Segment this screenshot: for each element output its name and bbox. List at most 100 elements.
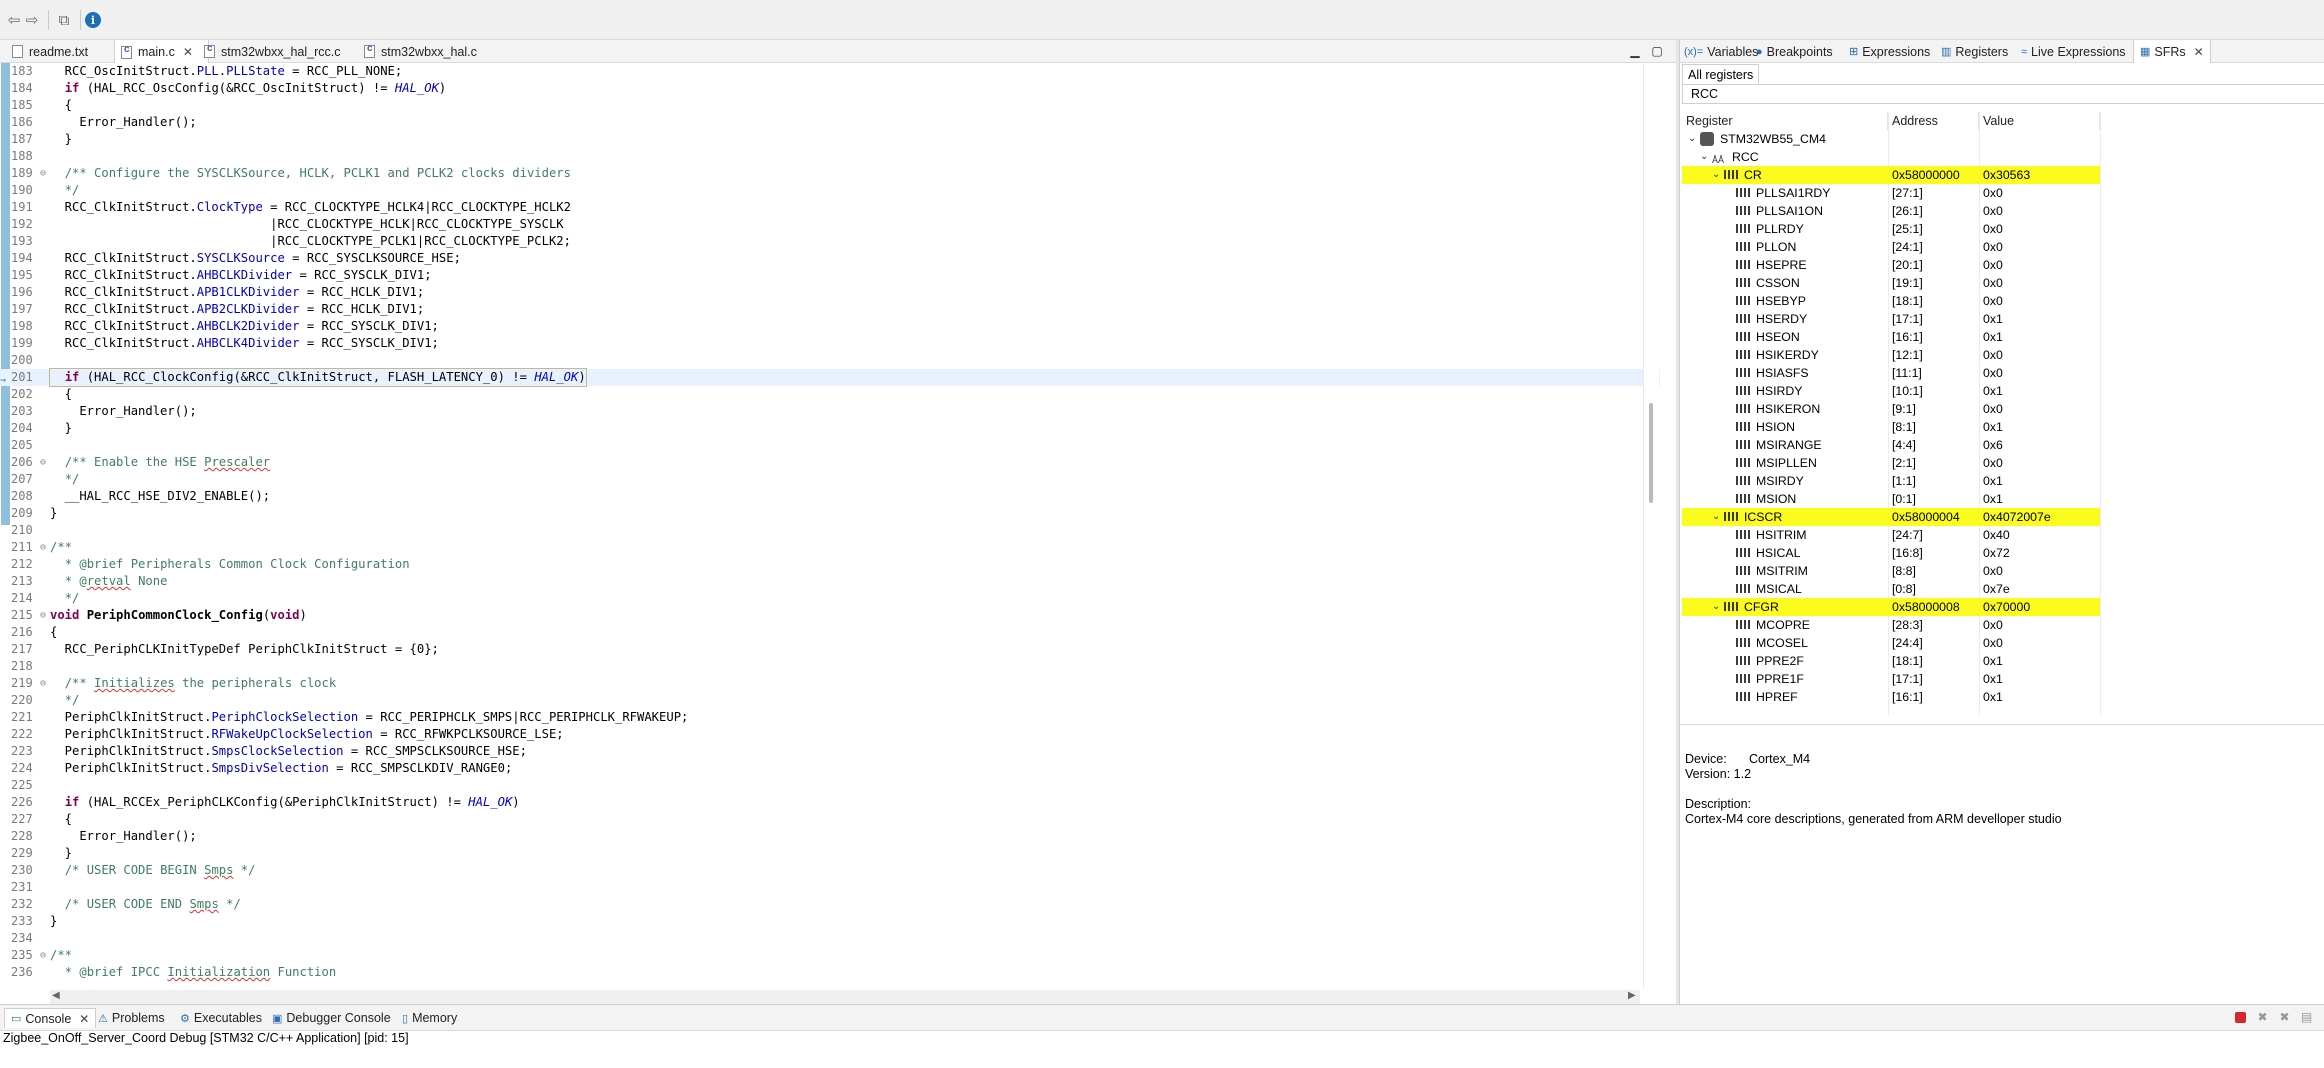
scroll-left-icon[interactable]: ◀ [52, 990, 60, 1001]
code-line[interactable]: 228 Error_Handler(); [0, 828, 1660, 845]
register-value[interactable]: 0x0 [1983, 184, 2003, 202]
register-value[interactable]: 0x1 [1983, 670, 2003, 688]
code-line[interactable]: 221 PeriphClkInitStruct.PeriphClockSelec… [0, 709, 1660, 726]
code-line[interactable]: 190 */ [0, 182, 1660, 199]
register-value[interactable]: 0x1 [1983, 490, 2003, 508]
code-line[interactable]: 194 RCC_ClkInitStruct.SYSCLKSource = RCC… [0, 250, 1660, 267]
tab-problems[interactable]: ⚠ Problems [98, 1008, 165, 1028]
code-line[interactable]: 236 * @brief IPCC Initialization Functio… [0, 964, 1660, 981]
register-field-row[interactable]: HSIKERDY [12:1] 0x0 [1682, 346, 2324, 364]
expand-toggle-icon[interactable]: ⌄ [1700, 148, 1708, 166]
register-field-row[interactable]: MSITRIM [8:8] 0x0 [1682, 562, 2324, 580]
code-line[interactable]: 217 RCC_PeriphCLKInitTypeDef PeriphClkIn… [0, 641, 1660, 658]
editor-vertical-scrollbar[interactable] [1643, 63, 1659, 988]
register-field-row[interactable]: PLLON [24:1] 0x0 [1682, 238, 2324, 256]
register-value[interactable]: 0x0 [1983, 256, 2003, 274]
register-value[interactable]: 0x1 [1983, 472, 2003, 490]
register-field-row[interactable]: HPREF [16:1] 0x1 [1682, 688, 2324, 706]
register-value[interactable]: 0x72 [1983, 544, 2010, 562]
code-line[interactable]: 209} [0, 505, 1660, 522]
close-icon[interactable]: ✕ [183, 45, 193, 59]
code-line[interactable]: 183 RCC_OscInitStruct.PLL.PLLState = RCC… [0, 63, 1660, 80]
column-header-address[interactable]: Address [1888, 112, 1979, 130]
code-line[interactable]: 197 RCC_ClkInitStruct.APB2CLKDivider = R… [0, 301, 1660, 318]
code-line[interactable]: 210 [0, 522, 1660, 539]
expand-toggle-icon[interactable]: ⌄ [1712, 598, 1720, 616]
register-value[interactable]: 0x0 [1983, 400, 2003, 418]
register-value[interactable]: 0x1 [1983, 418, 2003, 436]
register-field-row[interactable]: MCOPRE [28:3] 0x0 [1682, 616, 2324, 634]
tab-console[interactable]: ▭ Console ✕ [4, 1008, 97, 1028]
tab-breakpoints[interactable]: ● Breakpoints [1756, 40, 1833, 63]
close-icon[interactable]: ✕ [79, 1012, 89, 1026]
register-field-row[interactable]: HSITRIM [24:7] 0x40 [1682, 526, 2324, 544]
register-filter-input[interactable] [1682, 84, 2324, 104]
register-field-row[interactable]: HSIKERON [9:1] 0x0 [1682, 400, 2324, 418]
column-header-register[interactable]: Register [1682, 112, 1888, 130]
code-line[interactable]: 234 [0, 930, 1660, 947]
tab-stm32wbxx-hal-c[interactable]: stm32wbxx_hal.c [358, 40, 477, 63]
code-line[interactable]: 205 [0, 437, 1660, 454]
code-line[interactable]: 214 */ [0, 590, 1660, 607]
code-line[interactable]: 206 ⊖ /** Enable the HSE Prescaler [0, 454, 1660, 471]
register-value[interactable]: 0x0 [1983, 454, 2003, 472]
code-line[interactable]: 235 ⊖ /** [0, 947, 1660, 964]
code-line[interactable]: 216 { [0, 624, 1660, 641]
register-value[interactable]: 0x4072007e [1983, 508, 2051, 526]
code-line[interactable]: 208 __HAL_RCC_HSE_DIV2_ENABLE(); [0, 488, 1660, 505]
code-line[interactable]: 218 [0, 658, 1660, 675]
code-line[interactable]: 230 /* USER CODE BEGIN Smps */ [0, 862, 1660, 879]
register-field-row[interactable]: HSERDY [17:1] 0x1 [1682, 310, 2324, 328]
register-field-row[interactable]: CSSON [19:1] 0x0 [1682, 274, 2324, 292]
open-external-icon[interactable]: ⧉ [54, 10, 74, 30]
column-header-value[interactable]: Value [1979, 112, 2100, 130]
editor-horizontal-scrollbar[interactable]: ◀ ▶ [50, 990, 1640, 1004]
register-value[interactable]: 0x0 [1983, 364, 2003, 382]
tab-executables[interactable]: ⚙ Executables [180, 1008, 262, 1028]
register-field-row[interactable]: MSION [0:1] 0x1 [1682, 490, 2324, 508]
info-icon[interactable]: i [85, 12, 101, 28]
register-value[interactable]: 0x0 [1983, 202, 2003, 220]
code-line[interactable]: 225 [0, 777, 1660, 794]
register-value[interactable]: 0x40 [1983, 526, 2010, 544]
register-field-row[interactable]: MSIRANGE [4:4] 0x6 [1682, 436, 2324, 454]
code-line[interactable]: 184 if (HAL_RCC_OscConfig(&RCC_OscInitSt… [0, 80, 1660, 97]
register-value[interactable]: 0x1 [1983, 328, 2003, 346]
register-field-row[interactable]: PPRE1F [17:1] 0x1 [1682, 670, 2324, 688]
code-line[interactable]: 232 /* USER CODE END Smps */ [0, 896, 1660, 913]
code-line[interactable]: 186 Error_Handler(); [0, 114, 1660, 131]
code-line[interactable]: 192 |RCC_CLOCKTYPE_HCLK|RCC_CLOCKTYPE_SY… [0, 216, 1660, 233]
register-value[interactable]: 0x70000 [1983, 598, 2030, 616]
code-line[interactable]: 229 } [0, 845, 1660, 862]
tab-memory[interactable]: ▯ Memory [402, 1008, 457, 1028]
register-value[interactable]: 0x1 [1983, 652, 2003, 670]
maximize-icon[interactable]: ▢ [1650, 44, 1664, 58]
back-arrow-icon[interactable]: ⇦ [4, 10, 24, 30]
fold-toggle-icon[interactable]: ⊖ [40, 539, 46, 556]
code-line[interactable]: 185 { [0, 97, 1660, 114]
register-value[interactable]: 0x0 [1983, 292, 2003, 310]
register-field-row[interactable]: HSEPRE [20:1] 0x0 [1682, 256, 2324, 274]
register-row[interactable]: ⌄ CR 0x58000000 0x30563 [1682, 166, 2324, 184]
register-value[interactable]: 0x30563 [1983, 166, 2030, 184]
register-field-row[interactable]: PLLRDY [25:1] 0x0 [1682, 220, 2324, 238]
tab-debugger-console[interactable]: ▣ Debugger Console [272, 1008, 391, 1028]
expand-toggle-icon[interactable]: ⌄ [1688, 130, 1696, 148]
register-field-row[interactable]: PLLSAI1RDY [27:1] 0x0 [1682, 184, 2324, 202]
console-output[interactable]: Zigbee_OnOff_Server_Coord Debug [STM32 C… [0, 1030, 2324, 1068]
register-field-row[interactable]: HSEBYP [18:1] 0x0 [1682, 292, 2324, 310]
terminate-button[interactable]: ■ [2235, 1012, 2246, 1023]
register-value[interactable]: 0x1 [1983, 688, 2003, 706]
register-field-row[interactable]: PPRE2F [18:1] 0x1 [1682, 652, 2324, 670]
code-line[interactable]: 198 RCC_ClkInitStruct.AHBCLK2Divider = R… [0, 318, 1660, 335]
register-row[interactable]: ⌄ CFGR 0x58000008 0x70000 [1682, 598, 2324, 616]
code-editor[interactable]: 183 RCC_OscInitStruct.PLL.PLLState = RCC… [0, 63, 1660, 988]
tab-sfrs[interactable]: ▦ SFRs ✕ [2133, 40, 2211, 63]
register-value[interactable]: 0x0 [1983, 562, 2003, 580]
tab-registers[interactable]: ▥ Registers [1941, 40, 2008, 63]
register-value[interactable]: 0x6 [1983, 436, 2003, 454]
register-value[interactable]: 0x0 [1983, 220, 2003, 238]
register-field-row[interactable]: HSIRDY [10:1] 0x1 [1682, 382, 2324, 400]
fold-toggle-icon[interactable]: ⊖ [40, 454, 46, 471]
register-value[interactable]: 0x1 [1983, 382, 2003, 400]
